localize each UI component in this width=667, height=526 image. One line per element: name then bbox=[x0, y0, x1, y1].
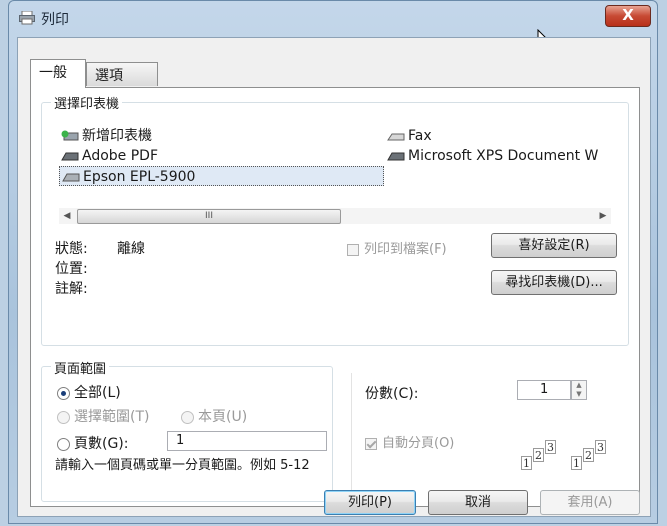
scroll-right-arrow-icon[interactable]: ▶ bbox=[595, 208, 611, 224]
section-divider bbox=[351, 373, 352, 503]
printer-list-horizontal-scrollbar[interactable]: ◀ III ▶ bbox=[59, 208, 611, 224]
scroll-left-arrow-icon[interactable]: ◀ bbox=[59, 208, 75, 224]
printer-item-add[interactable]: 新增印表機 bbox=[61, 126, 152, 146]
status-label: 狀態: bbox=[55, 241, 88, 257]
add-printer-icon bbox=[61, 130, 79, 141]
copies-spinner[interactable]: ▲ ▼ bbox=[571, 380, 587, 400]
printer-item-fax[interactable]: Fax bbox=[387, 126, 432, 146]
tab-options[interactable]: 選項 bbox=[86, 62, 158, 86]
selection-label: 選擇範圍(T) bbox=[74, 409, 150, 425]
pages-label: 頁數(G): bbox=[74, 436, 129, 452]
print-dialog-window: 列印 X 一般 選項 選擇印表機 新增印表機 Fax Adobe PDF Mic… bbox=[8, 0, 658, 524]
general-tab-pane: 選擇印表機 新增印表機 Fax Adobe PDF Microsoft XPS … bbox=[30, 87, 640, 507]
printer-name: 新增印表機 bbox=[82, 128, 152, 144]
collate-preview-icon: 1 2 3 1 2 3 bbox=[521, 440, 606, 470]
apply-button[interactable]: 套用(A) bbox=[540, 490, 640, 515]
page-range-hint: 請輸入一個頁碼或單一分頁範圍。例如 5-12 bbox=[55, 458, 310, 473]
dialog-client-area: 一般 選項 選擇印表機 新增印表機 Fax Adobe PDF Microsof… bbox=[17, 37, 651, 517]
collate-label: 自動分頁(O) bbox=[382, 436, 455, 451]
printer-icon bbox=[61, 152, 79, 161]
close-button[interactable]: X bbox=[605, 5, 651, 27]
radio-dot bbox=[181, 410, 194, 424]
checkbox-box bbox=[365, 437, 377, 450]
printer-item-adobe-pdf[interactable]: Adobe PDF bbox=[61, 146, 158, 166]
radio-dot bbox=[57, 410, 70, 424]
printer-icon bbox=[62, 173, 80, 182]
cancel-button[interactable]: 取消 bbox=[428, 490, 528, 515]
printer-item-microsoft-xps[interactable]: Microsoft XPS Document W bbox=[387, 146, 598, 166]
status-value: 離線 bbox=[117, 241, 145, 257]
printer-item-epson[interactable]: Epson EPL-5900 bbox=[59, 166, 384, 186]
comment-label: 註解: bbox=[55, 281, 88, 297]
printer-name: Fax bbox=[408, 128, 432, 144]
copies-input[interactable]: 1 bbox=[517, 380, 571, 400]
print-button[interactable]: 列印(P) bbox=[324, 490, 416, 515]
spin-down-icon[interactable]: ▼ bbox=[572, 390, 586, 399]
select-printer-legend: 選擇印表機 bbox=[51, 93, 123, 112]
radio-dot bbox=[57, 437, 70, 451]
radio-selection[interactable]: 選擇範圍(T) bbox=[57, 406, 149, 426]
tab-general[interactable]: 一般 bbox=[30, 59, 86, 88]
collate-checkbox[interactable]: 自動分頁(O) bbox=[365, 432, 454, 451]
spin-up-icon[interactable]: ▲ bbox=[572, 381, 586, 390]
pages-input[interactable]: 1 bbox=[167, 431, 327, 451]
location-label: 位置: bbox=[55, 261, 88, 277]
radio-dot bbox=[57, 386, 70, 400]
fax-icon bbox=[387, 133, 405, 141]
print-to-file-checkbox[interactable]: 列印到檔案(F) bbox=[347, 238, 447, 257]
radio-all-pages[interactable]: 全部(L) bbox=[57, 382, 121, 402]
checkbox-box bbox=[347, 243, 359, 256]
all-pages-label: 全部(L) bbox=[74, 385, 121, 401]
printer-icon bbox=[387, 152, 405, 161]
title-bar[interactable]: 列印 X bbox=[9, 1, 657, 33]
scrollbar-thumb[interactable]: III bbox=[77, 209, 341, 224]
printer-name: Adobe PDF bbox=[82, 148, 159, 164]
radio-current-page[interactable]: 本頁(U) bbox=[181, 406, 247, 426]
current-page-label: 本頁(U) bbox=[198, 409, 248, 425]
preferences-button[interactable]: 喜好設定(R) bbox=[491, 233, 617, 258]
print-to-file-label: 列印到檔案(F) bbox=[364, 242, 447, 257]
page-range-legend: 頁面範圍 bbox=[51, 358, 110, 377]
find-printer-button[interactable]: 尋找印表機(D)... bbox=[491, 270, 617, 295]
printer-icon bbox=[19, 11, 35, 25]
copies-label: 份數(C): bbox=[365, 386, 419, 402]
printer-name: Microsoft XPS Document W bbox=[408, 148, 599, 164]
printer-name: Epson EPL-5900 bbox=[83, 169, 196, 185]
window-title: 列印 bbox=[41, 12, 69, 28]
radio-pages[interactable]: 頁數(G): bbox=[57, 433, 129, 453]
